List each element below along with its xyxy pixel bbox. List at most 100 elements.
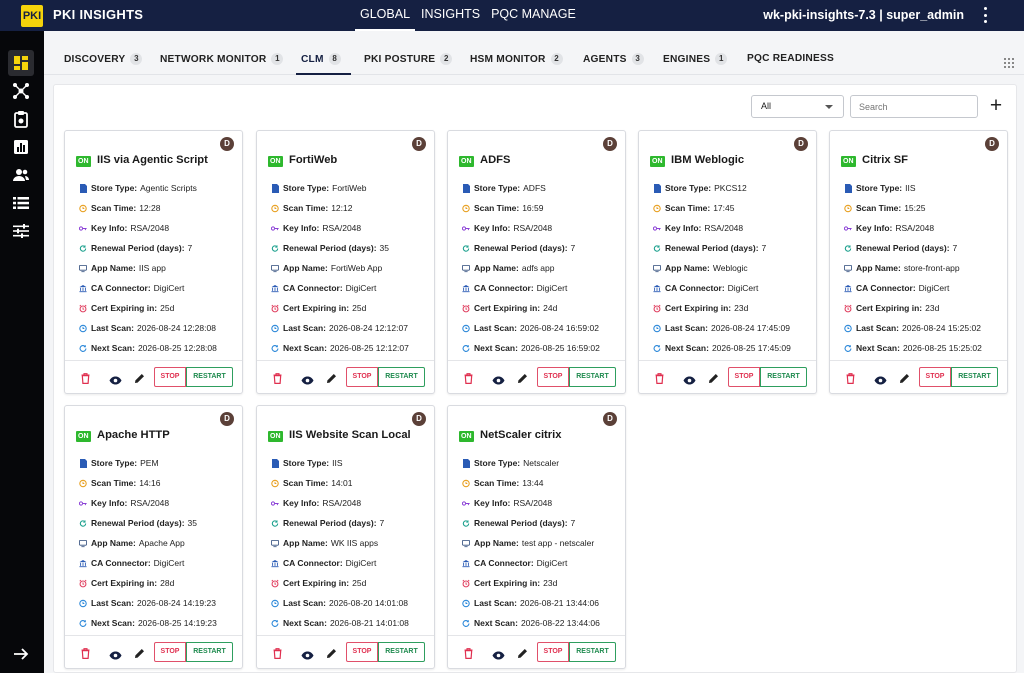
bank-icon <box>271 284 279 293</box>
tab-discovery[interactable]: DISCOVERY 3 <box>64 53 143 65</box>
view-icon[interactable] <box>109 647 122 665</box>
restart-button[interactable]: RESTART <box>760 367 807 387</box>
schedule-icon <box>271 619 279 628</box>
schedule-icon <box>653 344 661 353</box>
delete-icon[interactable] <box>464 646 473 664</box>
delete-icon[interactable] <box>81 646 90 664</box>
tab-pqc-readiness[interactable]: PQC READINESS <box>747 53 834 64</box>
user-info[interactable]: wk-pki-insights-7.3 | super_admin <box>763 8 964 22</box>
delete-icon[interactable] <box>273 371 282 389</box>
view-icon[interactable] <box>109 372 122 390</box>
view-icon[interactable] <box>874 372 887 390</box>
delete-icon[interactable] <box>464 371 473 389</box>
dashboard-icon[interactable] <box>8 50 34 76</box>
clm-card[interactable]: D ON IBM Weblogic Store Type: PKCS12 Scan … <box>638 130 817 394</box>
stop-button[interactable]: STOP <box>346 642 378 662</box>
restart-button[interactable]: RESTART <box>186 642 233 662</box>
stop-button[interactable]: STOP <box>728 367 760 387</box>
card-field-scan-time: Scan Time: 14:01 <box>271 473 433 493</box>
clm-card[interactable]: D ON FortiWeb Store Type: FortiWeb Scan Ti… <box>256 130 435 394</box>
view-icon[interactable] <box>301 647 314 665</box>
tab-engines[interactable]: ENGINES 1 <box>663 53 728 65</box>
key-icon <box>462 224 470 233</box>
delete-icon[interactable] <box>846 371 855 389</box>
card-field-next-scan: Next Scan: 2026-08-21 14:01:08 <box>271 613 433 633</box>
stop-button[interactable]: STOP <box>537 642 569 662</box>
history-icon <box>462 599 470 608</box>
restart-button[interactable]: RESTART <box>951 367 998 387</box>
view-icon[interactable] <box>683 372 696 390</box>
card-actions: STOP RESTART <box>448 635 625 669</box>
reports-icon[interactable] <box>8 134 34 160</box>
stop-button[interactable]: STOP <box>537 367 569 387</box>
clm-card[interactable]: D ON NetScaler citrix Store Type: Netscal… <box>447 405 626 669</box>
delete-icon[interactable] <box>81 371 90 389</box>
clock-icon <box>462 204 470 213</box>
tab-count: 1 <box>715 53 728 65</box>
restart-button[interactable]: RESTART <box>186 367 233 387</box>
view-icon[interactable] <box>301 372 314 390</box>
restart-button[interactable]: RESTART <box>569 642 616 662</box>
card-field-app-name: App Name: IIS app <box>79 258 241 278</box>
restart-button[interactable]: RESTART <box>569 367 616 387</box>
topnav-global[interactable]: GLOBAL <box>355 0 416 31</box>
on-status-badge: ON <box>650 156 665 167</box>
clm-card[interactable]: D ON ADFS Store Type: ADFS Scan Time: 16:59… <box>447 130 626 394</box>
clm-card[interactable]: D ON Citrix SF Store Type: IIS Scan Time: 1… <box>829 130 1008 394</box>
edit-icon[interactable] <box>708 371 719 389</box>
edit-icon[interactable] <box>517 646 528 664</box>
card-title: IIS Website Scan Local <box>289 429 411 441</box>
d-badge: D <box>794 137 808 151</box>
delete-icon[interactable] <box>273 646 282 664</box>
users-icon[interactable] <box>8 162 34 188</box>
card-field-key-info: Key Info: RSA/2048 <box>462 493 624 513</box>
settings-sliders-icon[interactable] <box>8 218 34 244</box>
card-field-expiring: Cert Expiring in: 23d <box>653 298 815 318</box>
view-icon[interactable] <box>492 372 505 390</box>
card-field-renewal: Renewal Period (days): 7 <box>271 513 433 533</box>
tab-clm[interactable]: CLM 8 <box>301 53 341 65</box>
edit-icon[interactable] <box>134 646 145 664</box>
stop-button[interactable]: STOP <box>154 367 186 387</box>
add-button[interactable]: + <box>988 95 1004 118</box>
list-icon[interactable] <box>8 190 34 216</box>
app-logo[interactable]: PKI <box>21 5 43 27</box>
d-badge: D <box>603 412 617 426</box>
grid-view-icon[interactable] <box>1004 55 1014 73</box>
stop-button[interactable]: STOP <box>919 367 951 387</box>
tab-network-monitor[interactable]: NETWORK MONITOR 1 <box>160 53 284 65</box>
edit-icon[interactable] <box>134 371 145 389</box>
edit-icon[interactable] <box>326 646 337 664</box>
tab-pki-posture[interactable]: PKI POSTURE 2 <box>364 53 453 65</box>
stop-button[interactable]: STOP <box>346 367 378 387</box>
stop-button[interactable]: STOP <box>154 642 186 662</box>
card-field-scan-time: Scan Time: 13:44 <box>462 473 624 493</box>
tab-hsm-monitor[interactable]: HSM MONITOR 2 <box>470 53 563 65</box>
view-icon[interactable] <box>492 647 505 665</box>
refresh-icon <box>79 519 87 528</box>
restart-button[interactable]: RESTART <box>378 642 425 662</box>
delete-icon[interactable] <box>655 371 664 389</box>
clock-icon <box>79 479 87 488</box>
expand-sidebar-icon[interactable] <box>8 641 34 667</box>
card-title: FortiWeb <box>289 154 338 166</box>
edit-icon[interactable] <box>326 371 337 389</box>
tab-agents[interactable]: AGENTS 3 <box>583 53 644 65</box>
topnav-insights[interactable]: INSIGHTS <box>416 0 485 31</box>
search-input[interactable] <box>850 95 978 118</box>
more-menu-icon[interactable] <box>981 7 989 23</box>
clm-card[interactable]: D ON Apache HTTP Store Type: PEM Scan Time… <box>64 405 243 669</box>
edit-icon[interactable] <box>517 371 528 389</box>
clm-card[interactable]: D ON IIS Website Scan Local Store Type: I… <box>256 405 435 669</box>
clipboard-icon[interactable] <box>8 106 34 132</box>
card-field-renewal: Renewal Period (days): 7 <box>462 513 624 533</box>
topnav-pqc-manage[interactable]: PQC MANAGE <box>486 0 581 31</box>
clm-card[interactable]: D ON IIS via Agentic Script Store Type: A… <box>64 130 243 394</box>
filter-select[interactable]: All <box>751 95 844 118</box>
refresh-icon <box>653 244 661 253</box>
network-icon[interactable] <box>8 78 34 104</box>
card-field-last-scan: Last Scan: 2026-08-20 14:01:08 <box>271 593 433 613</box>
edit-icon[interactable] <box>899 371 910 389</box>
refresh-icon <box>844 244 852 253</box>
restart-button[interactable]: RESTART <box>378 367 425 387</box>
